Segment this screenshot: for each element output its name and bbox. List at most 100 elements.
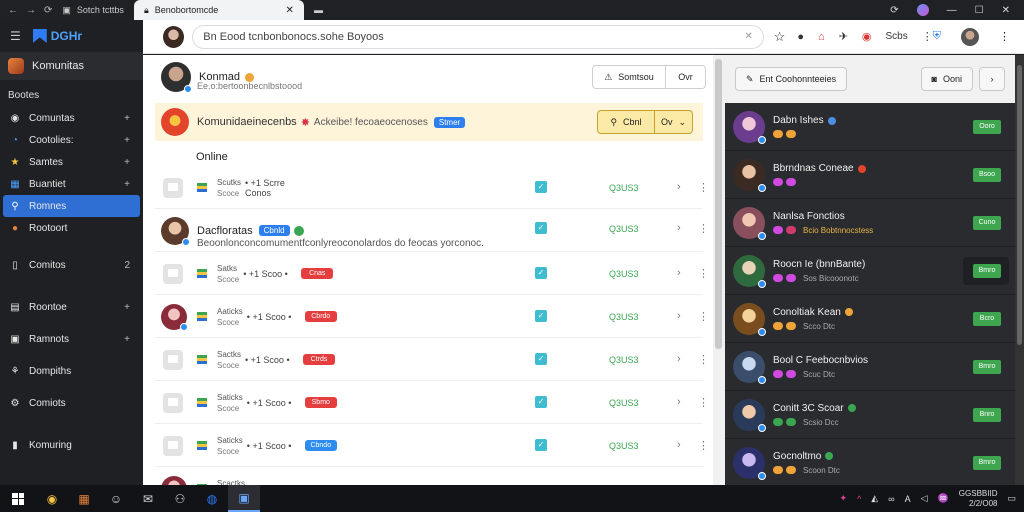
chat-app-icon[interactable]: ☺ — [100, 485, 132, 512]
game-app-icon[interactable]: ⚇ — [164, 485, 196, 512]
app-tray-icon[interactable]: ✦ — [840, 493, 848, 504]
tab-inactive[interactable]: ▣ Sotch tcttbs — [52, 0, 134, 20]
address-input[interactable]: Bn Eood tcnbonbonocs.sohe Boyoos ✕ — [192, 24, 764, 49]
profile-icon[interactable] — [916, 4, 929, 16]
extension-pin-icon[interactable]: ✈ — [839, 30, 848, 43]
user-avatar[interactable] — [961, 27, 979, 46]
sidebar-item[interactable]: ▮ Komuring — [3, 429, 140, 461]
site-avatar[interactable] — [163, 25, 185, 48]
join-button[interactable]: Bcro — [973, 311, 1001, 326]
check-icon[interactable]: ✓ — [535, 181, 547, 193]
friend-row[interactable]: Nanlsa Fonctios Bcio Bobtnnocstess Cuno — [725, 199, 1015, 247]
community-header[interactable]: Komunitas — [0, 52, 143, 80]
notification-icon[interactable]: ▭ — [1007, 493, 1016, 504]
friend-avatar[interactable] — [733, 254, 766, 288]
sidebar-item[interactable]: ● Rootoort — [3, 217, 140, 239]
table-row[interactable]: Satks Scoce • +1 Scoo • Cnas ✓ Q3US3 › ⋮ — [155, 253, 709, 295]
friend-row[interactable]: Conoltiak Kean Scco Dtc Bcro — [725, 295, 1015, 343]
member-row[interactable]: Dacfloratas Cbnld Beoonlonconcomumentfconl… — [155, 210, 709, 252]
sidebar-item[interactable]: ▤ Roontoe + — [3, 291, 140, 323]
friend-avatar[interactable] — [733, 398, 766, 432]
friend-row[interactable]: Conitt 3C Scoar Scsio Dcc Bnro — [725, 391, 1015, 439]
add-icon[interactable]: + — [124, 157, 130, 168]
featured-search-button[interactable]: ⚲ Cbnl — [597, 110, 655, 134]
table-row[interactable]: Saticks Scoce • +1 Scoo • Cbndo ✓ Q3US3 › ⋮ — [155, 425, 709, 467]
close-window-icon[interactable]: ✕ — [1002, 5, 1010, 16]
table-row[interactable]: Saticks Scoce • +1 Scoo • Sbmo ✓ Q3US3 › ⋮ — [155, 382, 709, 424]
tray-up-icon[interactable]: ^ — [857, 494, 861, 504]
more-vert-icon[interactable]: ⋮ — [698, 222, 709, 235]
menu-dots-icon[interactable]: ⋮ — [999, 30, 1010, 43]
member-avatar[interactable] — [161, 216, 190, 246]
placeholder-image-icon[interactable] — [163, 435, 183, 456]
more-vert-icon[interactable]: ⋮ — [698, 310, 709, 323]
friend-avatar[interactable] — [733, 110, 766, 144]
files-app-icon[interactable]: ▦ — [68, 485, 100, 512]
join-button[interactable]: Bmro — [973, 359, 1001, 374]
more-vert-icon[interactable]: ⋮ — [698, 181, 709, 194]
camera-button[interactable]: ◙ Ooni — [920, 67, 973, 91]
join-button[interactable]: Bmro — [973, 263, 1001, 278]
chevron-right-icon[interactable]: › — [677, 310, 681, 322]
language-icon[interactable]: A — [905, 494, 911, 504]
join-button[interactable]: Bnro — [973, 407, 1001, 422]
sidebar-item[interactable]: ▯ Comitos 2 — [3, 249, 140, 281]
chevron-right-icon[interactable]: › — [677, 222, 681, 234]
start-button[interactable] — [0, 485, 36, 512]
sidebar-item[interactable]: ★ Samtes + — [3, 151, 140, 173]
back-icon[interactable]: ← — [8, 5, 18, 16]
chevron-right-icon[interactable]: › — [677, 353, 681, 365]
friend-row[interactable]: Bbrndnas Coneae Bsoo — [725, 151, 1015, 199]
extension-record-icon[interactable]: ◉ — [862, 30, 872, 43]
more-vert-icon[interactable]: ⋮ — [698, 439, 709, 452]
app-logo[interactable]: DGHr — [32, 29, 82, 43]
chevron-right-icon[interactable]: › — [677, 267, 681, 279]
bookmark-star-icon[interactable]: ☆ — [774, 29, 786, 45]
placeholder-image-icon[interactable] — [163, 349, 183, 370]
link-icon[interactable]: ∞ — [888, 494, 894, 504]
scroll-thumb[interactable] — [715, 59, 722, 349]
add-icon[interactable]: + — [124, 334, 130, 345]
minimize-icon[interactable]: — — [947, 5, 957, 16]
right-scrollbar[interactable] — [1015, 55, 1024, 485]
scroll-thumb[interactable] — [1017, 65, 1022, 345]
sidebar-item[interactable]: ▦ Buantiet + — [3, 173, 140, 195]
sidebar-item[interactable]: ⚘ Dompiths — [3, 355, 140, 387]
sidebar-item[interactable]: ⚙ Comiots — [3, 387, 140, 419]
sidebar-item[interactable]: ◔ Cootolies: + — [3, 129, 140, 151]
join-button[interactable]: Cuno — [973, 215, 1001, 230]
volume-icon[interactable]: ◁ — [921, 493, 928, 504]
add-icon[interactable]: + — [124, 113, 130, 124]
join-button[interactable]: Bmro — [973, 455, 1001, 470]
network-icon[interactable]: ◭ — [871, 493, 878, 504]
message-app-icon[interactable]: ✉ — [132, 485, 164, 512]
current-user-avatar[interactable] — [161, 62, 192, 93]
wifi-icon[interactable]: ♒ — [938, 493, 949, 504]
friend-avatar[interactable] — [733, 302, 766, 336]
chrome-app-icon[interactable]: ◉ — [36, 485, 68, 512]
tab-active[interactable]: 🔒︎ Benobortomcde ✕ — [133, 0, 304, 20]
friend-row[interactable]: Gocnoltmo Scoon Dtc Bmro — [725, 439, 1015, 487]
friend-avatar[interactable] — [733, 350, 766, 384]
check-icon[interactable]: ✓ — [535, 267, 547, 279]
add-icon[interactable]: + — [124, 302, 130, 313]
featured-option-button[interactable]: Ov ⌄ — [655, 110, 693, 134]
sidebar-item[interactable]: ◉ Comuntas + — [3, 107, 140, 129]
extension-home-icon[interactable]: ⌂ — [818, 31, 825, 43]
more-vert-icon[interactable]: ⋮ — [698, 396, 709, 409]
friend-row[interactable]: Roocn Ie (bnnBante) Sos Bicooonotc Bmro — [725, 247, 1015, 295]
clear-icon[interactable]: ✕ — [744, 31, 752, 42]
add-icon[interactable]: + — [124, 135, 130, 146]
friend-avatar[interactable] — [733, 158, 766, 192]
placeholder-image-icon[interactable] — [163, 263, 183, 284]
sidebar-item[interactable]: ▣ Ramnots + — [3, 323, 140, 355]
join-button[interactable]: Bsoo — [973, 167, 1001, 182]
extension-dark-icon[interactable]: ● — [797, 31, 804, 43]
chevron-right-icon[interactable]: › — [677, 439, 681, 451]
table-row[interactable]: Scutks Scoce • +1 Scrre Conos ✓ Q3US3 › ⋮ — [155, 167, 709, 209]
chevron-right-icon[interactable]: › — [677, 396, 681, 408]
maximize-icon[interactable]: ☐ — [975, 5, 984, 16]
friend-row[interactable]: Bool C Feebocnbvios Scuc Dtc Bmro — [725, 343, 1015, 391]
options-button[interactable]: Ovr — [666, 65, 706, 89]
refresh-icon[interactable]: ⟳ — [890, 5, 898, 16]
